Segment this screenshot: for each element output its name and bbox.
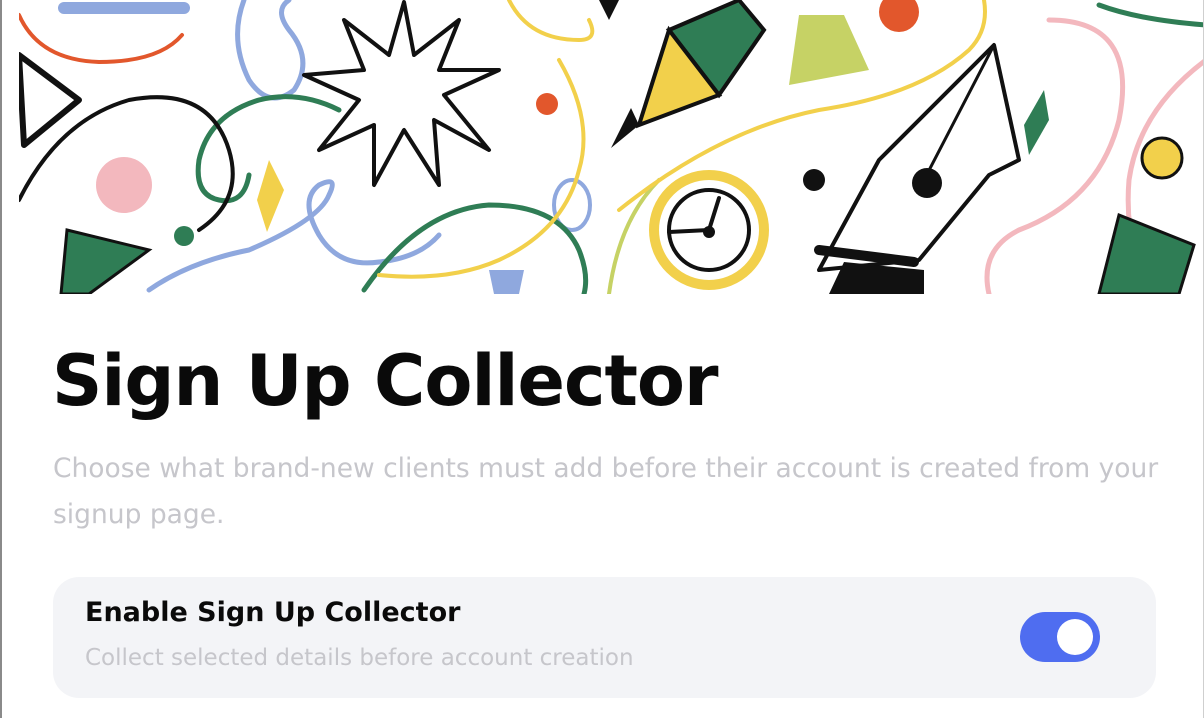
setting-description: Collect selected details before account … xyxy=(85,645,634,671)
hero-illustration xyxy=(19,0,1203,294)
sign-up-collector-panel: Sign Up Collector Choose what brand-new … xyxy=(0,0,1204,718)
doodle-illustration xyxy=(19,0,1203,294)
setting-title: Enable Sign Up Collector xyxy=(85,597,461,628)
page-subtitle: Choose what brand-new clients must add b… xyxy=(53,453,1159,530)
enable-sign-up-collector-toggle[interactable] xyxy=(1020,612,1100,662)
enable-setting-card: Enable Sign Up Collector Collect selecte… xyxy=(53,577,1156,698)
toggle-knob xyxy=(1057,619,1093,655)
page-title: Sign Up Collector xyxy=(52,340,719,422)
